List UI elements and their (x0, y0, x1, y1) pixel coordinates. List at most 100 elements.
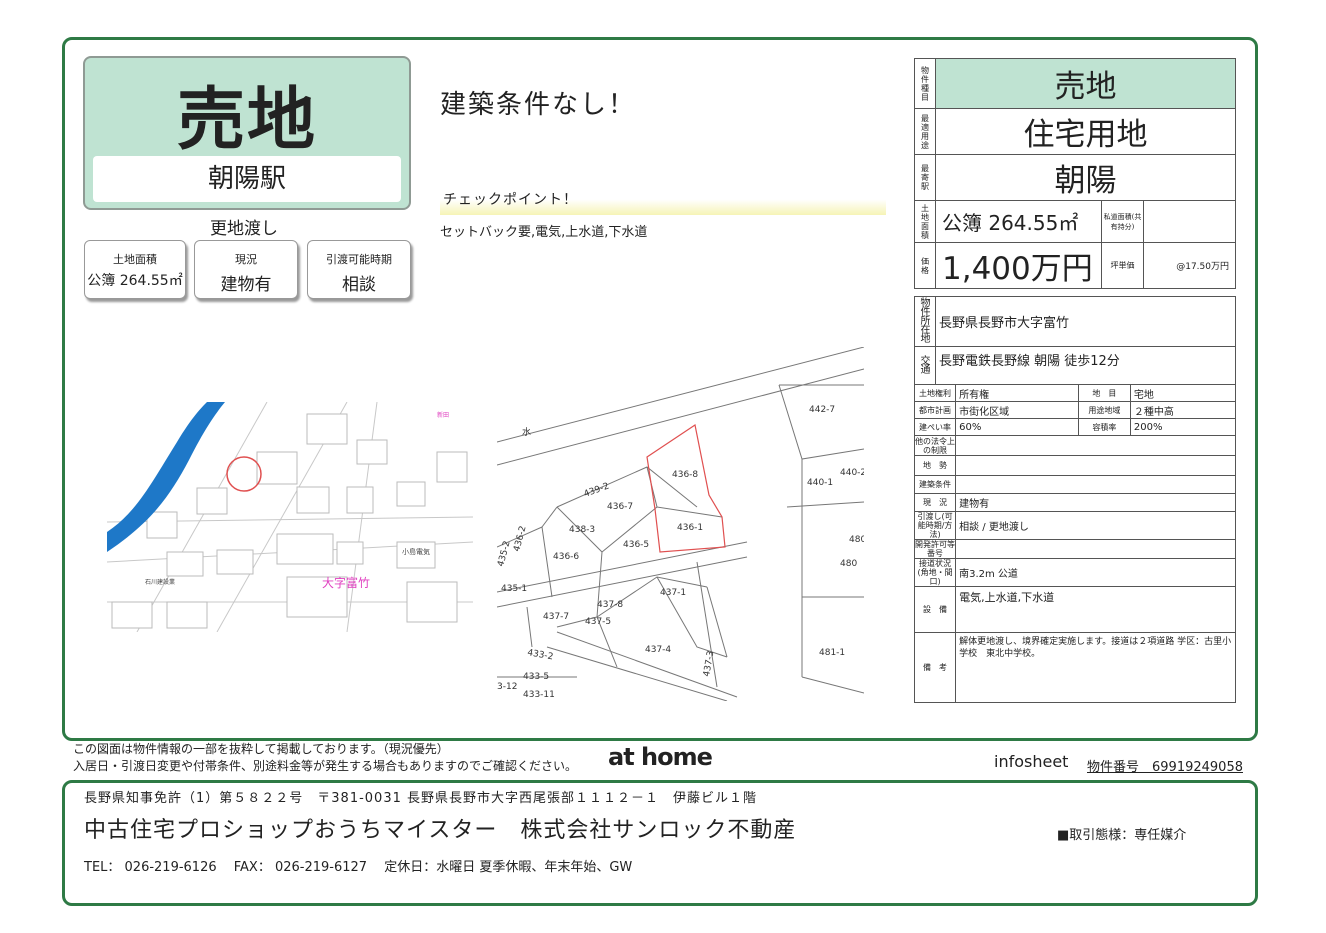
row-label: 容積率 (1077, 418, 1131, 436)
station-label: 最寄駅 (914, 154, 936, 201)
lot-number: 433-5 (523, 672, 549, 682)
spec-detail-table: 物件所在地 長野県長野市大字富竹 交通 長野電鉄長野線 朝陽 徒歩12分 土地権… (913, 296, 1237, 703)
info-box-value: 建物有 (220, 275, 272, 295)
private-road-label: 私道面積(共有持分) (1101, 200, 1144, 243)
development-permit-value (955, 539, 1236, 559)
property-type-title: 売地 (176, 81, 317, 160)
info-box-handover: 引渡可能時期 相談 (307, 240, 411, 299)
footer-note-line: この図面は物件情報の一部を抜粋して掲載しております。（現況優先） (73, 742, 449, 756)
row-value: ２種中高 (1129, 401, 1237, 419)
building-condition-label: 建築条件 (913, 475, 957, 494)
info-box-value: 公簿 264.55㎡ (87, 273, 183, 289)
lot-number: 436-7 (607, 502, 633, 512)
facility-label: 設 備 (913, 586, 957, 633)
info-box-status: 現況 建物有 (194, 240, 298, 299)
lot-number: 442-7 (809, 405, 835, 415)
info-box-label: 引渡可能時期 (326, 253, 392, 266)
lot-number: 437-4 (645, 645, 671, 655)
area-value: 公簿 264.55㎡ (935, 200, 1102, 243)
lot-number: 433-2 (526, 648, 553, 662)
tsubo-value: @17.50万円 (1143, 242, 1236, 289)
lot-number: 480 (840, 559, 857, 569)
lot-number: 437-7 (543, 612, 569, 622)
spec-summary-table: 物件種目 売地 最適用途 住宅用地 最寄駅 朝陽 土地面積 公簿 264.55㎡… (914, 58, 1236, 289)
info-box-land-area: 土地面積 公簿 264.55㎡ (84, 240, 186, 299)
title-badge: 売地 朝陽駅 (83, 56, 411, 210)
lot-number: 436-1 (677, 523, 703, 533)
transaction-type: ■取引態様：専任媒介 (1057, 828, 1187, 843)
status-value: 建物有 (955, 493, 1236, 512)
footer-note: この図面は物件情報の一部を抜粋して掲載しております。（現況優先） 入居日・引渡日… (73, 741, 577, 775)
lot-number: 433-11 (523, 690, 555, 700)
development-permit-label: 開発許可等番号 (913, 539, 957, 559)
facility-value: 電気,上水道,下水道 (955, 586, 1236, 633)
lot-number: 439-2 (583, 481, 611, 499)
map-water-label: 水 (522, 426, 531, 438)
map-label: 新田 (437, 411, 449, 419)
checkpoint-title: チェックポイント！ (440, 189, 886, 215)
property-location-circle (226, 456, 262, 492)
lot-number: 435-1 (501, 584, 527, 594)
road-access-value: 南3.2m 公道 (955, 558, 1236, 587)
contact-info: TEL： 026-219-6126 FAX： 026-219-6127 定休日：… (84, 860, 633, 875)
row-label: 地 目 (1077, 384, 1131, 402)
lot-number: 436-5 (623, 540, 649, 550)
lot-number: 436-6 (553, 552, 579, 562)
info-box-label: 現況 (235, 253, 257, 266)
lot-number: 440-2 (840, 468, 864, 478)
property-number: 物件番号 69919249058 (1087, 760, 1243, 775)
legal-label: 他の法令上の制限 (913, 435, 957, 456)
info-box-label: 土地面積 (113, 253, 157, 266)
type-label: 物件種目 (914, 58, 936, 109)
status-label: 現 況 (913, 493, 957, 512)
use-value: 住宅用地 (935, 108, 1236, 155)
athome-logo: at home (608, 743, 713, 771)
lot-number: 440-1 (807, 478, 833, 488)
headline: 建築条件なし！ (440, 90, 637, 120)
price-label: 価格 (914, 242, 936, 289)
row-value: 60% (955, 418, 1079, 436)
row-label: 都市計画 (913, 401, 957, 419)
tsubo-label: 坪単価 (1101, 242, 1144, 289)
river-label: 裾花川 (118, 447, 139, 473)
legal-value (955, 435, 1236, 456)
row-value: 200% (1129, 418, 1237, 436)
lot-number: 437-5 (585, 617, 611, 627)
lot-number: 435-2 (497, 540, 513, 568)
remarks-value: 解体更地渡し、境界確定実施します。接道は２項道路 学区：古里小学校 東北中学校。 (955, 632, 1236, 703)
footer-note-line: 入居日・引渡日変更や付帯条件、別途料金等が発生する場合もありますのでご確認くださ… (73, 759, 578, 773)
lot-number: 436-8 (672, 470, 698, 480)
type-value: 売地 (935, 58, 1236, 109)
map-label: 石川建設業 (145, 578, 175, 586)
remarks-label: 備 考 (913, 632, 957, 703)
row-label: 用途地域 (1077, 401, 1131, 419)
checkpoint-text: セットバック要,電気,上水道,下水道 (440, 225, 648, 240)
lot-number: 481-1 (819, 648, 845, 658)
map-label: 小島電気 (402, 547, 430, 556)
use-label: 最適用途 (914, 108, 936, 155)
transport-value: 長野電鉄長野線 朝陽 徒歩12分 (935, 346, 1236, 385)
price-value: 1,400万円 (935, 242, 1102, 289)
row-value: 所有権 (955, 384, 1079, 402)
license-info: 長野県知事免許（1）第５８２２号 〒381-0031 長野県長野市大字西尾張部１… (84, 791, 757, 806)
road-access-label: 接道状況(角地・間口) (913, 558, 957, 587)
lot-number: 3-12 (497, 682, 517, 692)
transport-label: 交通 (914, 346, 936, 385)
infosheet-label: infosheet (994, 752, 1069, 771)
area-map: 裾花川 大字富竹 小島電気 石川建設業 新田 (106, 401, 474, 633)
lot-number: 437-1 (660, 588, 686, 598)
district-label: 大字富竹 (322, 575, 370, 590)
info-box-value: 相談 (342, 275, 376, 295)
row-value: 宅地 (1129, 384, 1237, 402)
private-road-value (1143, 200, 1236, 243)
station-name: 朝陽駅 (93, 156, 401, 202)
plot-map: 水 442-7 436-8 436-7 436-1 436-5 438-3 43… (496, 346, 866, 702)
delivery-note: 更地渡し (210, 219, 278, 239)
company-name: 中古住宅プロショップおうちマイスター 株式会社サンロック不動産 (84, 818, 797, 843)
location-value: 長野県長野市大字富竹 (935, 296, 1236, 347)
station-value: 朝陽 (935, 154, 1236, 201)
lot-number: 436-2 (512, 525, 528, 553)
building-condition-value (955, 475, 1236, 494)
lot-number: 480 (849, 535, 864, 545)
row-label: 土地権利 (913, 384, 957, 402)
